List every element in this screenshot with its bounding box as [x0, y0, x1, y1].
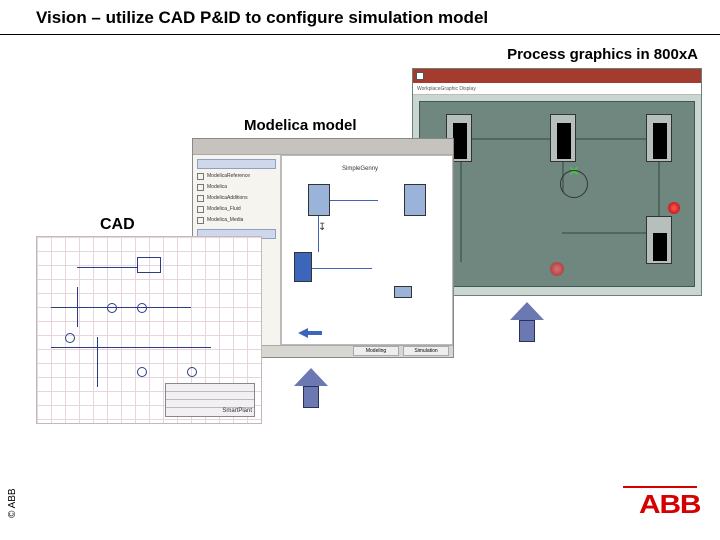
connector-line — [312, 268, 372, 269]
instrument-bubble-icon — [107, 303, 117, 313]
instrument-bubble-icon — [137, 367, 147, 377]
modelica-diagram-canvas: SimpleGenny ↧ — [281, 155, 453, 345]
window-toolbar: WorkplaceGraphic Display — [413, 83, 701, 95]
instrument-bubble-icon — [65, 333, 75, 343]
alarm-indicator-icon — [668, 202, 680, 214]
label-cad: CAD — [100, 216, 135, 234]
package-item: ModelicaReference — [197, 171, 276, 181]
package-item: ModelicaAdditions — [197, 193, 276, 203]
tank-block-icon — [404, 184, 426, 216]
panel-cad: SmartPlant — [36, 236, 262, 424]
package-item: Modelica — [197, 182, 276, 192]
connector-line — [330, 200, 378, 201]
panel-800xa: WorkplaceGraphic Display ✕ — [412, 68, 702, 296]
cad-vendor-label: SmartPlant — [222, 408, 252, 414]
component-block-icon — [294, 252, 312, 282]
title-divider — [0, 34, 720, 35]
tank-icon — [646, 216, 672, 264]
diagram-label: SimpleGenny — [342, 166, 378, 172]
window-titlebar — [413, 69, 701, 83]
tank-block-icon — [308, 184, 330, 216]
process-graphic-canvas: ✕ — [419, 101, 695, 287]
label-process-graphics: Process graphics in 800xA — [507, 46, 698, 63]
cad-title-block: SmartPlant — [165, 383, 255, 417]
logo-divider — [623, 486, 697, 488]
transfer-symbol-icon: ↧ — [318, 222, 326, 233]
cad-pipe-line — [77, 287, 78, 327]
pipe — [472, 138, 550, 140]
tab-simulation[interactable]: Simulation — [403, 346, 449, 356]
pipe — [562, 232, 652, 234]
highlight-circle — [560, 170, 588, 198]
flow-arrow-icon — [298, 328, 308, 338]
instrument-bubble-icon — [137, 303, 147, 313]
modelica-menubar — [193, 139, 453, 155]
flow-arrow-cad-to-modelica-icon — [294, 368, 328, 408]
cad-pipe-line — [77, 267, 137, 268]
sidebar-header — [197, 159, 276, 169]
pipe — [576, 138, 646, 140]
instrument-bubble-icon — [187, 367, 197, 377]
cad-pipe-line — [51, 347, 211, 348]
tank-icon — [550, 114, 576, 162]
slide-title: Vision – utilize CAD P&ID to configure s… — [36, 8, 488, 28]
abb-logo: ABB — [639, 489, 700, 520]
label-modelica-model: Modelica model — [244, 117, 357, 134]
cad-pipe-line — [97, 337, 98, 387]
cad-pipe-line — [51, 307, 191, 308]
pump-icon — [550, 262, 564, 276]
package-item: Modelica_Fluid — [197, 204, 276, 214]
package-item: Modelica_Media — [197, 215, 276, 225]
tab-modeling[interactable]: Modeling — [353, 346, 399, 356]
copyright-text: © ABB — [7, 488, 18, 518]
pipe — [658, 162, 660, 222]
window-icon — [416, 72, 424, 80]
flow-arrow-modelica-to-800xa-icon — [510, 302, 544, 342]
tank-icon — [646, 114, 672, 162]
component-block-icon — [394, 286, 412, 298]
pipe — [460, 162, 462, 262]
cad-block-icon — [137, 257, 161, 273]
